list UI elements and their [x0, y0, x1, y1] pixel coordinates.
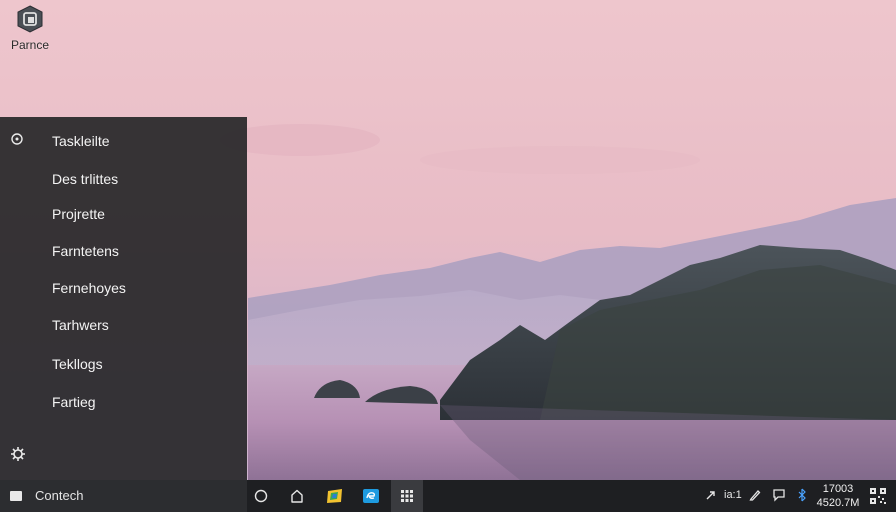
- network-label[interactable]: ia:1: [724, 489, 742, 521]
- square-icon: [10, 491, 22, 501]
- desktop-icon-label: Parnce: [10, 38, 50, 52]
- desktop-icon-parnce[interactable]: Parnce: [6, 4, 54, 52]
- edge-icon[interactable]: [354, 480, 386, 512]
- home-icon[interactable]: [281, 480, 313, 512]
- menu-item-8[interactable]: Fartieg: [52, 394, 96, 410]
- pen-icon[interactable]: [748, 488, 764, 504]
- menu-item-1[interactable]: Taskleilte: [52, 133, 110, 149]
- settings-gear-icon[interactable]: [10, 446, 26, 462]
- app-window-icon: [15, 4, 45, 34]
- bluetooth-icon[interactable]: [797, 488, 809, 504]
- clock-time: 17003: [822, 483, 854, 495]
- menu-item-2[interactable]: Des trlittes: [52, 171, 118, 187]
- chat-icon[interactable]: [772, 488, 788, 504]
- arrow-up-icon[interactable]: [704, 488, 720, 504]
- taskbar-search[interactable]: Contech: [0, 480, 247, 512]
- cortana-circle-icon[interactable]: [245, 480, 277, 512]
- grid-app-icon[interactable]: [391, 480, 423, 512]
- clock-date: 4520.7M: [816, 497, 860, 509]
- circle-icon[interactable]: [10, 132, 24, 146]
- menu-item-4[interactable]: Farntetens: [52, 243, 119, 259]
- menu-item-3[interactable]: Projrette: [52, 206, 105, 222]
- menu-item-7[interactable]: Tekllogs: [52, 356, 103, 372]
- qr-icon[interactable]: [869, 487, 887, 505]
- start-menu: Taskleilte Des trlittes Projrette Farnte…: [0, 117, 247, 480]
- clock[interactable]: 17003 4520.7M: [812, 482, 864, 510]
- search-label: Contech: [35, 488, 84, 503]
- menu-item-6[interactable]: Tarhwers: [52, 317, 109, 333]
- colorful-app-icon[interactable]: [318, 480, 350, 512]
- taskbar: Contech ia:1 17003 4520.7M: [0, 480, 896, 512]
- menu-item-5[interactable]: Fernehoyes: [52, 280, 126, 296]
